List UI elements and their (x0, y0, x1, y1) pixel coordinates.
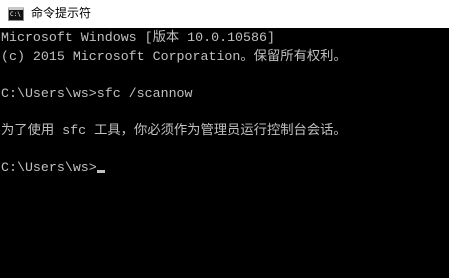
prompt-line[interactable]: C:\Users\ws> (1, 159, 449, 178)
console-area[interactable]: Microsoft Windows [版本 10.0.10586] (c) 20… (0, 28, 449, 278)
cmd-icon-label: C:\ (10, 11, 21, 18)
title-bar[interactable]: C:\ 命令提示符 (0, 0, 449, 28)
console-line: Microsoft Windows [版本 10.0.10586] (1, 30, 275, 45)
console-line: C:\Users\ws>sfc /scannow (1, 85, 193, 101)
window-title: 命令提示符 (31, 6, 92, 20)
prompt: C:\Users\ws> (1, 159, 97, 175)
text-cursor (96, 169, 105, 173)
console-line: 为了使用 sfc 工具，你必须作为管理员运行控制台会话。 (1, 122, 347, 138)
console-line: (c) 2015 Microsoft Corporation。保留所有权利。 (1, 48, 347, 64)
command-prompt-window: C:\ 命令提示符 Microsoft Windows [版本 10.0.105… (0, 0, 449, 278)
cmd-icon[interactable]: C:\ (8, 7, 24, 21)
